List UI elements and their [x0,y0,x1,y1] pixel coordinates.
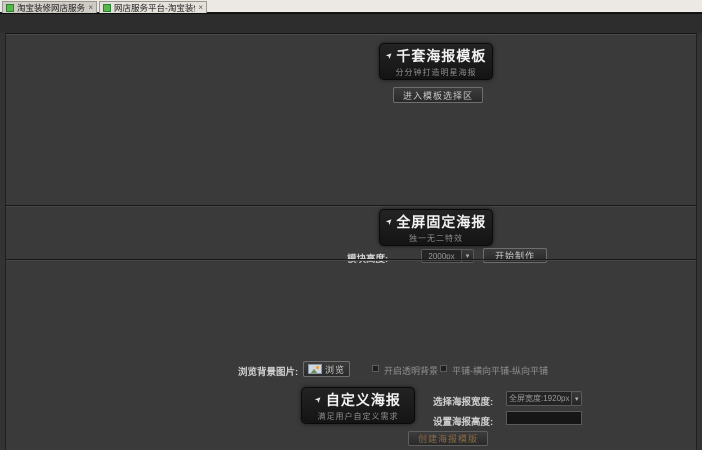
browse-button[interactable]: 浏览 [303,361,350,377]
poster-height-input[interactable] [506,411,582,425]
image-icon [308,364,322,374]
main-content: ➤ 千套海报模板 分分钟打造明星海报 进入模板选择区 ➤ 全屏固定海报 独一无二… [5,33,697,450]
checkbox-tile[interactable] [440,365,447,372]
cursor-icon: ➤ [313,394,324,405]
tab-title: 网店服务平台-淘宝装修系统 [114,2,195,14]
section-poster-templates: ➤ 千套海报模板 分分钟打造明星海报 进入模板选择区 [6,33,696,205]
checkbox-tile-label: 平铺-横向平铺-纵向平铺 [452,364,548,377]
checkbox-transparent-bg[interactable] [372,365,379,372]
poster-width-label: 选择海报宽度: [433,394,493,408]
template-title-box: ➤ 千套海报模板 分分钟打造明星海报 [379,43,493,80]
section-subtitle: 分分钟打造明星海报 [396,67,477,78]
custom-title-box: ➤ 自定义海报 满足用户自定义需求 [301,387,415,424]
browse-bg-label: 浏览背景图片: [238,364,298,378]
section-title: 全屏固定海报 [396,212,486,232]
create-poster-template-button[interactable]: 创建海报模版 [408,431,488,446]
selected-width: 全屏宽度:1920px [507,393,571,404]
section-subtitle: 满足用户自定义需求 [318,411,399,422]
close-icon[interactable]: × [198,3,203,12]
cursor-icon: ➤ [383,50,394,61]
section-title: 千套海报模板 [396,46,486,66]
checkbox-transparent-label: 开启透明背景 [384,364,438,377]
section-title: 自定义海报 [326,390,401,410]
favicon-icon [6,4,14,12]
tab-title: 淘宝装修网店服务平台-后台 [17,2,85,14]
tab-backend[interactable]: 淘宝装修网店服务平台-后台 × [2,1,97,13]
cursor-icon: ➤ [383,216,394,227]
close-icon[interactable]: × [88,3,93,12]
section-fullscreen-poster: ➤ 全屏固定海报 独一无二特效 模块高度: 2000px ▾ 开始制作 [6,205,696,259]
chevron-down-icon[interactable]: ▾ [571,392,581,405]
favicon-icon [103,4,111,12]
poster-width-select[interactable]: 全屏宽度:1920px ▾ [506,391,582,406]
tab-poster-system[interactable]: 网店服务平台-淘宝装修系统 × [99,1,207,13]
enter-template-zone-button[interactable]: 进入模板选择区 [393,87,483,103]
browser-tab-bar: 淘宝装修网店服务平台-后台 × 网店服务平台-淘宝装修系统 × [0,0,702,13]
section-subtitle: 独一无二特效 [409,233,463,244]
poster-height-label: 设置海报高度: [433,414,493,428]
app-window: 淘宝装修网店服务平台-后台 × 网店服务平台-淘宝装修系统 × ➤ 千套海报模板… [0,0,702,450]
top-strip [0,13,702,33]
fullscreen-title-box: ➤ 全屏固定海报 独一无二特效 [379,209,493,246]
browse-button-label: 浏览 [325,363,345,376]
section-custom-poster: 浏览背景图片: 浏览 开启透明背景 平铺-横向平铺-纵向平铺 ➤ 自定义海报 满… [6,259,696,450]
